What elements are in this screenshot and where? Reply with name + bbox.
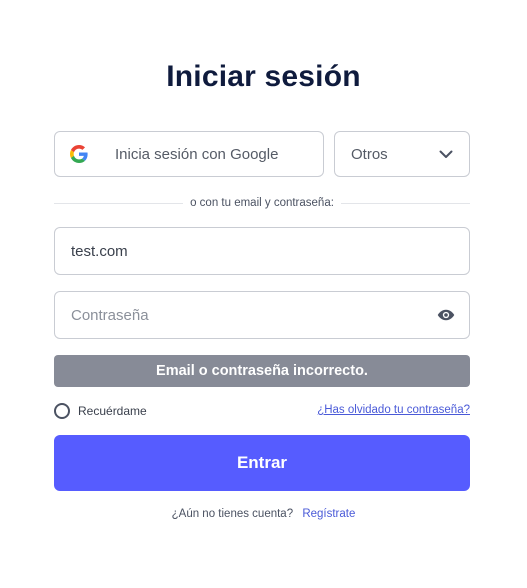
error-banner: Email o contraseña incorrecto. bbox=[54, 355, 470, 387]
submit-button[interactable]: Entrar bbox=[54, 435, 470, 491]
password-field[interactable] bbox=[71, 306, 437, 324]
email-field-container bbox=[54, 227, 470, 275]
remember-me-toggle[interactable]: Recuérdame bbox=[54, 402, 147, 420]
password-field-container bbox=[54, 291, 470, 339]
page-title: Iniciar sesión bbox=[166, 60, 361, 93]
signup-link[interactable]: Regístrate bbox=[302, 508, 355, 520]
social-login-row: Inicia sesión con Google Otros bbox=[54, 131, 470, 179]
divider-text: o con tu email y contraseña: bbox=[190, 197, 334, 209]
provider-select-value: Otros bbox=[351, 145, 388, 163]
eye-icon[interactable] bbox=[437, 306, 455, 324]
google-signin-label: Inicia sesión con Google bbox=[115, 145, 279, 163]
signup-question: ¿Aún no tienes cuenta? bbox=[171, 508, 294, 520]
divider-line-left bbox=[54, 202, 184, 204]
chevron-down-icon bbox=[439, 150, 453, 158]
divider-line-right bbox=[340, 202, 470, 204]
remember-me-radio[interactable] bbox=[54, 403, 70, 419]
provider-select[interactable]: Otros bbox=[334, 131, 470, 177]
google-signin-button[interactable]: Inicia sesión con Google bbox=[54, 131, 324, 177]
remember-me-label: Recuérdame bbox=[78, 404, 147, 418]
email-field[interactable] bbox=[71, 242, 469, 260]
google-icon bbox=[70, 145, 88, 163]
signup-prompt: ¿Aún no tienes cuenta? Regístrate bbox=[0, 508, 527, 520]
forgot-password-link[interactable]: ¿Has olvidado tu contraseña? bbox=[317, 404, 470, 416]
divider: o con tu email y contraseña: bbox=[54, 195, 470, 211]
